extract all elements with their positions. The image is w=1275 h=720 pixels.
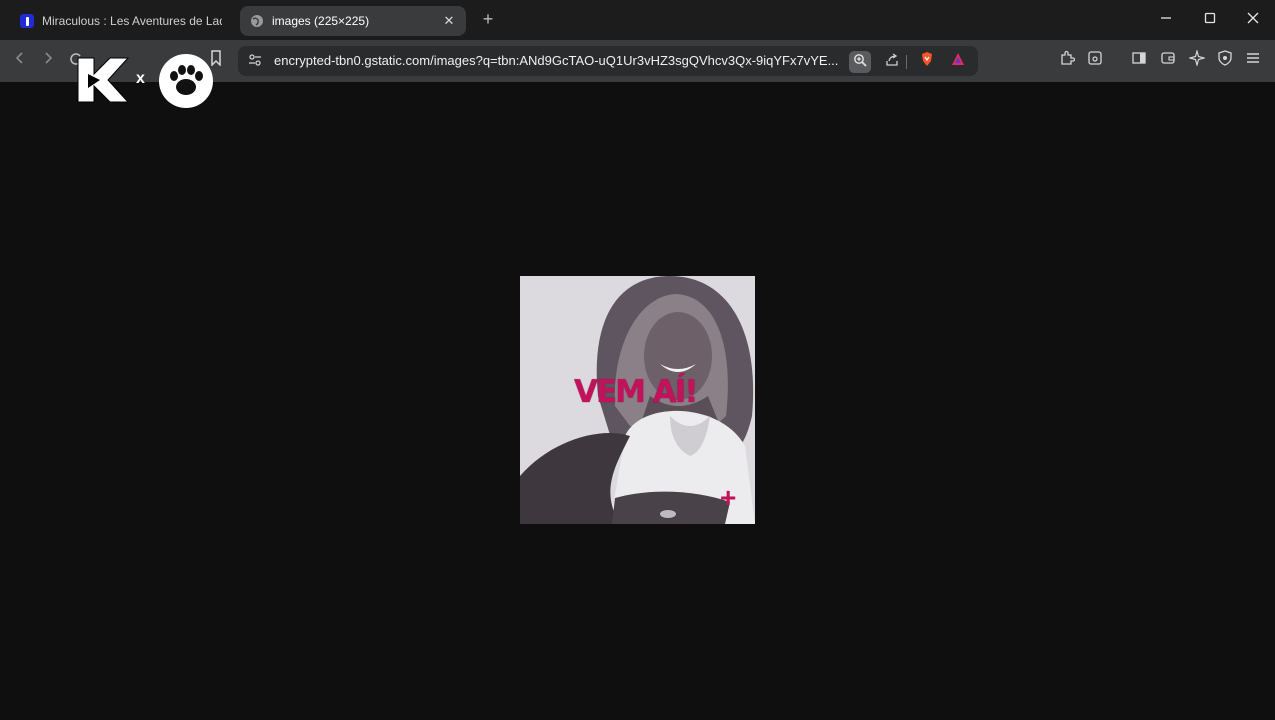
menu-icon[interactable]	[1242, 50, 1264, 72]
extensions-icon[interactable]	[1056, 50, 1078, 72]
close-window-icon[interactable]	[1241, 8, 1265, 32]
vpn-shield-icon[interactable]	[1214, 50, 1236, 72]
url-text[interactable]: encrypted-tbn0.gstatic.com/images?q=tbn:…	[274, 53, 844, 68]
tab-miraculous[interactable]: Miraculous : Les Aventures de Ladyb	[10, 6, 232, 36]
brave-shields-icon[interactable]	[916, 51, 938, 73]
plus-sign: +	[720, 482, 737, 513]
tab-title: Miraculous : Les Aventures de Ladyb	[42, 14, 222, 28]
tab-title: images (225×225)	[272, 14, 370, 28]
sidebar-icon[interactable]	[1128, 50, 1150, 72]
share-icon[interactable]	[881, 51, 903, 73]
zoom-icon[interactable]	[849, 51, 871, 73]
leo-ai-icon[interactable]	[1186, 48, 1208, 72]
new-tab-button[interactable]: +	[478, 9, 498, 29]
overlay-separator: x	[136, 70, 145, 87]
close-tab-icon[interactable]: ✕	[442, 13, 456, 29]
omnibox-divider	[906, 55, 907, 69]
brave-rewards-icon[interactable]	[947, 51, 969, 73]
address-bar[interactable]: encrypted-tbn0.gstatic.com/images?q=tbn:…	[238, 46, 978, 76]
forward-icon[interactable]	[37, 50, 59, 72]
tab-strip: Miraculous : Les Aventures de Ladyb imag…	[0, 0, 1275, 40]
k-logo-icon	[74, 54, 130, 106]
tab-search-icon[interactable]	[1084, 50, 1106, 72]
back-icon[interactable]	[9, 50, 31, 72]
minimize-icon[interactable]	[1154, 8, 1178, 32]
tab-images[interactable]: images (225×225) ✕	[240, 6, 466, 36]
image-caption: VEM AÍ!	[574, 374, 698, 410]
site-settings-icon[interactable]	[244, 51, 266, 73]
wallet-icon[interactable]	[1157, 50, 1179, 72]
globe-icon	[250, 14, 264, 28]
viewed-image: VEM AÍ! +	[520, 276, 755, 524]
maximize-icon[interactable]	[1198, 8, 1222, 32]
paw-logo-icon	[159, 54, 213, 108]
miraculous-favicon-icon	[20, 14, 34, 28]
